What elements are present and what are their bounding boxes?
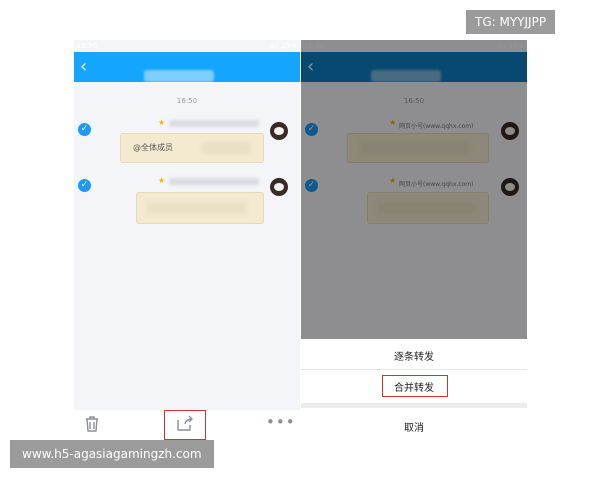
message-redacted: [147, 202, 247, 214]
share-icon[interactable]: [176, 415, 194, 435]
right-phone-screen: 16:50 4G 29% ‹ 16:50 ✓ ★ 网页小号(www.qqhx.c…: [301, 40, 527, 410]
status-time: 16:50: [77, 42, 98, 50]
star-icon: ★: [158, 118, 166, 127]
avatar: [270, 122, 288, 140]
message-text-1: @全体成员: [133, 143, 173, 152]
cancel-row: 取消: [301, 410, 527, 442]
message-bubble-1: @全体成员: [120, 133, 264, 163]
select-checkbox-1[interactable]: ✓: [78, 123, 91, 136]
title-bar: ‹: [74, 52, 300, 82]
cancel-button[interactable]: 取消: [301, 419, 527, 434]
trash-icon[interactable]: [84, 415, 100, 437]
forward-one-by-one-option[interactable]: 逐条转发: [301, 348, 527, 363]
message-redacted: [201, 142, 251, 154]
star-icon: ★: [158, 176, 166, 185]
chat-timestamp: 16:50: [176, 97, 198, 105]
sender-name: [169, 120, 259, 127]
forward-merge-option[interactable]: 合并转发: [301, 379, 527, 394]
avatar: [270, 178, 288, 196]
forward-action-sheet: 逐条转发 合并转发: [301, 339, 527, 410]
watermark-bottom: www.h5-agasiagamingzh.com: [10, 440, 214, 468]
chat-title: [144, 70, 214, 82]
divider: [301, 369, 527, 370]
status-right: 4G 29%: [269, 42, 297, 50]
watermark-top: TG: MYYJJPP: [466, 10, 556, 34]
selection-toolbar: •••: [74, 410, 300, 442]
sheet-gap: [301, 403, 527, 408]
left-phone-screen: 16:50 4G 29% ‹ 16:50 ✓ ★ @全体成员 ✓ ★: [74, 40, 300, 410]
message-bubble-2: [136, 192, 264, 224]
back-icon[interactable]: ‹: [80, 57, 87, 77]
select-checkbox-2[interactable]: ✓: [78, 179, 91, 192]
status-bar: 16:50 4G 29%: [74, 40, 300, 52]
sender-name: [169, 178, 259, 185]
more-icon[interactable]: •••: [266, 413, 296, 431]
